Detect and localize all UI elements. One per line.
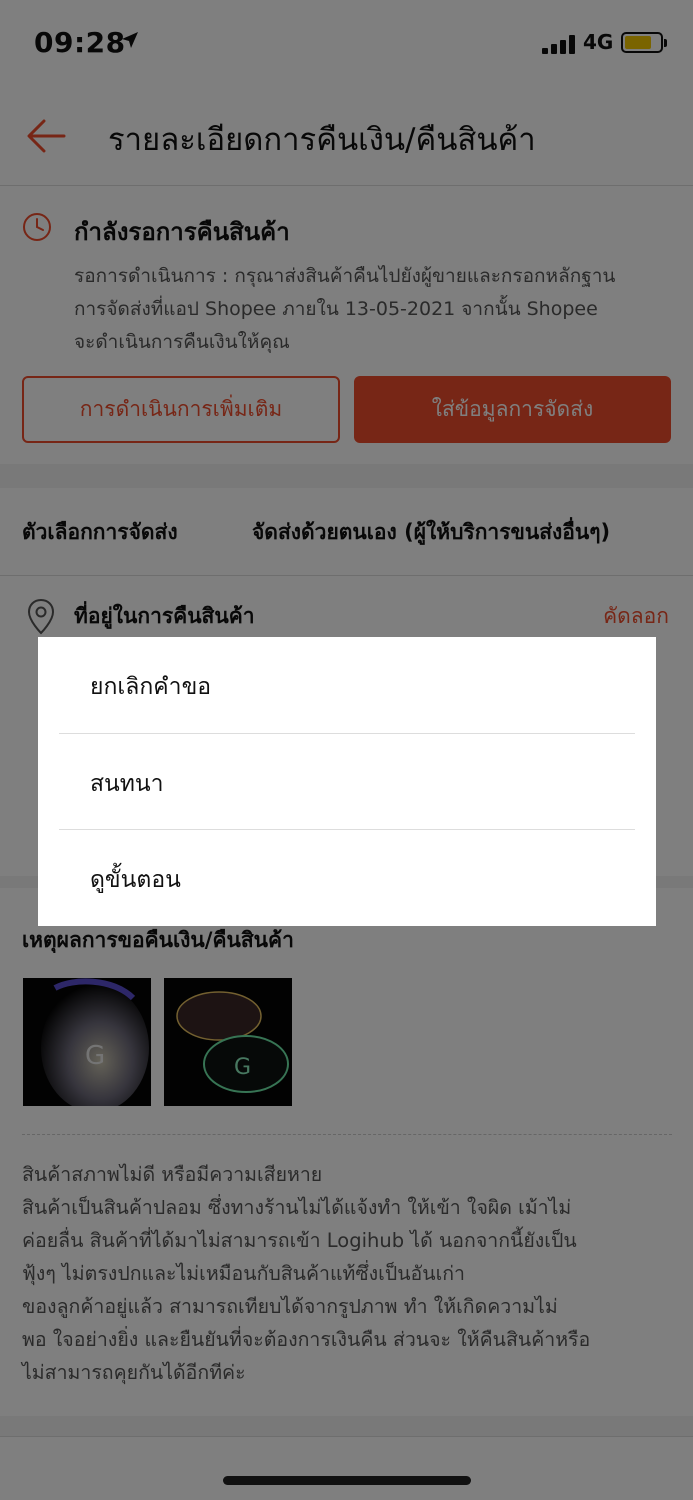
menu-item-view-steps[interactable]: ดูขั้นตอน (38, 830, 656, 926)
menu-item-cancel-request[interactable]: ยกเลิกคำขอ (38, 637, 656, 733)
menu-item-chat[interactable]: สนทนา (38, 734, 656, 830)
menu-item-label: ดูขั้นตอน (90, 867, 181, 893)
home-indicator[interactable] (223, 1476, 471, 1485)
menu-item-label: สนทนา (90, 771, 164, 797)
action-menu: ยกเลิกคำขอ สนทนา ดูขั้นตอน (38, 637, 656, 926)
menu-item-label: ยกเลิกคำขอ (90, 674, 212, 700)
